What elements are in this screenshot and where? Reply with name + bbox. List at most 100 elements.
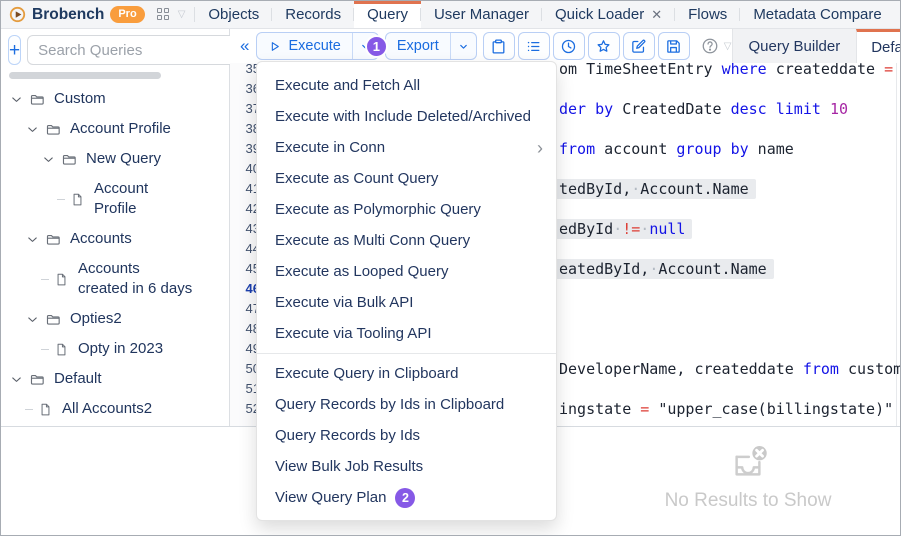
menu-item-execute-and-fetch-all[interactable]: Execute and Fetch All — [257, 70, 556, 101]
execute-button[interactable]: Execute — [257, 38, 351, 54]
top-tab-user-manager[interactable]: User Manager — [421, 1, 542, 28]
editor-tab-list: Query BuilderDefa — [732, 29, 901, 63]
tree-folder-opties2[interactable]: Opties2 — [1, 304, 229, 334]
brand-name: Brobench — [32, 6, 104, 24]
tree-item-label: Account Profile — [70, 119, 171, 139]
tree-item-label: Opty in 2023 — [78, 339, 163, 359]
chevron-down-icon[interactable] — [9, 372, 24, 387]
menu-item-execute-with-include-deleted-archived[interactable]: Execute with Include Deleted/Archived — [257, 101, 556, 132]
menu-item-view-query-plan[interactable]: View Query Plan2 — [257, 482, 556, 513]
history-button[interactable] — [553, 32, 585, 60]
top-tab-list: ObjectsRecordsQueryUser ManagerQuick Loa… — [195, 1, 894, 28]
menu-item-label: Execute via Bulk API — [275, 294, 413, 311]
editor-tab-defa[interactable]: Defa — [856, 29, 901, 63]
tree-item-label: New Query — [86, 149, 161, 169]
menu-item-label: View Bulk Job Results — [275, 458, 423, 475]
tree-folder-account-profile[interactable]: Account Profile — [1, 114, 229, 144]
sidebar-horizontal-scrollbar[interactable] — [9, 72, 161, 79]
clipboard-button[interactable] — [483, 32, 515, 60]
collapse-sidebar-button[interactable]: « — [236, 36, 252, 56]
chevron-down-icon[interactable] — [25, 312, 40, 327]
top-tab-label: Objects — [208, 6, 259, 23]
chevron-down-icon[interactable] — [25, 122, 40, 137]
toolbar-icon-buttons — [483, 32, 693, 60]
tree-item-label: Custom — [54, 89, 106, 109]
chevron-down-icon[interactable] — [41, 152, 56, 167]
menu-item-view-bulk-job-results[interactable]: View Bulk Job Results — [257, 451, 556, 482]
top-tab-label: Flows — [688, 6, 727, 23]
help-chevron-down-icon[interactable]: ▽ — [724, 41, 732, 52]
tree-folder-new-query[interactable]: New Query — [1, 144, 229, 174]
no-results-text: No Results to Show — [598, 490, 898, 512]
query-sidebar: + Custom Account Profile New Query AccountP… — [1, 29, 230, 426]
close-tab-icon[interactable]: ✕ — [651, 7, 662, 23]
top-tab-label: Records — [285, 6, 341, 23]
menu-item-execute-in-conn[interactable]: Execute in Conn› — [257, 132, 556, 163]
menu-item-execute-as-polymorphic-query[interactable]: Execute as Polymorphic Query — [257, 194, 556, 225]
help-icon[interactable] — [701, 37, 719, 55]
list-button[interactable] — [518, 32, 550, 60]
top-tab-label: Quick Loader — [555, 6, 644, 23]
document-icon — [38, 402, 53, 417]
tree-item-label: Default — [54, 369, 102, 389]
menu-item-label: Execute in Conn — [275, 139, 385, 156]
brand-logo-icon — [9, 6, 26, 23]
tree-item-label: Accountscreated in 6 days — [78, 259, 192, 299]
document-icon — [54, 272, 69, 287]
tree-query-account-profile[interactable]: AccountProfile — [1, 174, 229, 224]
top-tab-quick-loader[interactable]: Quick Loader ✕ — [542, 1, 675, 28]
execute-badge: 1 — [365, 35, 388, 58]
no-results-icon — [727, 442, 769, 484]
execute-dropdown-menu: Execute and Fetch All Execute with Includ… — [256, 61, 557, 521]
edit-button[interactable] — [623, 32, 655, 60]
code-text: ingstate = "upper_case(billingstate)" — [559, 399, 893, 419]
brand-chevron-down-icon[interactable]: ▽ — [178, 9, 186, 20]
menu-item-execute-as-count-query[interactable]: Execute as Count Query — [257, 163, 556, 194]
menu-item-execute-as-looped-query[interactable]: Execute as Looped Query — [257, 256, 556, 287]
pro-badge: Pro — [110, 6, 144, 22]
top-tab-records[interactable]: Records — [272, 1, 354, 28]
tree-query-opty-in-2023[interactable]: Opty in 2023 — [1, 334, 229, 364]
tree-guide-dash — [25, 409, 33, 410]
apps-grid-icon[interactable] — [157, 8, 170, 21]
top-tab-label: Metadata Compare — [753, 6, 881, 23]
app-window: Brobench Pro ▽ Objects Records QueryUser M… — [0, 0, 901, 536]
menu-item-execute-as-multi-conn-query[interactable]: Execute as Multi Conn Query — [257, 225, 556, 256]
export-split-button: Export — [385, 32, 477, 60]
menu-item-query-records-by-ids[interactable]: Query Records by Ids — [257, 420, 556, 451]
export-dropdown-button[interactable] — [450, 33, 476, 59]
menu-item-execute-via-tooling-api[interactable]: Execute via Tooling API — [257, 318, 556, 349]
export-button[interactable]: Export — [386, 38, 450, 54]
add-query-button[interactable]: + — [8, 35, 21, 65]
code-text: tedById,·Account.Name — [535, 179, 756, 199]
menu-item-label: Execute with Include Deleted/Archived — [275, 108, 531, 125]
tree-query-all-accounts2[interactable]: All Accounts2 — [1, 394, 229, 424]
folder-icon — [45, 231, 62, 248]
menu-item-execute-via-bulk-api[interactable]: Execute via Bulk API — [257, 287, 556, 318]
tree-folder-accounts[interactable]: Accounts — [1, 224, 229, 254]
top-tab-flows[interactable]: Flows — [675, 1, 740, 28]
play-icon — [268, 40, 281, 53]
chevron-down-icon[interactable] — [25, 232, 40, 247]
tree-folder-custom[interactable]: Custom — [1, 84, 229, 114]
favorite-button[interactable] — [588, 32, 620, 60]
code-text: eatedById,·Account.Name — [535, 259, 774, 279]
search-input[interactable] — [27, 35, 248, 65]
chevron-down-icon — [457, 40, 470, 53]
top-tab-query[interactable]: Query — [354, 1, 421, 28]
menu-item-label: Query Records by Ids — [275, 427, 420, 444]
menu-item-label: Execute as Looped Query — [275, 263, 448, 280]
save-button[interactable] — [658, 32, 690, 60]
top-tab-objects[interactable]: Objects — [195, 1, 272, 28]
top-tab-metadata-compare[interactable]: Metadata Compare — [740, 1, 894, 28]
tree-folder-default[interactable]: Default — [1, 364, 229, 394]
folder-icon — [29, 91, 46, 108]
query-toolbar: « Execute 1 Export — [230, 29, 901, 63]
chevron-down-icon[interactable] — [9, 92, 24, 107]
editor-tab-query-builder[interactable]: Query Builder — [732, 29, 857, 63]
menu-item-execute-query-in-clipboard[interactable]: Execute Query in Clipboard — [257, 358, 556, 389]
tree-query-accounts-created-in-6-days[interactable]: Accountscreated in 6 days — [1, 254, 229, 304]
menu-item-badge: 2 — [395, 488, 415, 508]
code-text: om TimeSheetEntry where createddate = — [559, 63, 893, 79]
menu-item-query-records-by-ids-in-clipboard[interactable]: Query Records by Ids in Clipboard — [257, 389, 556, 420]
